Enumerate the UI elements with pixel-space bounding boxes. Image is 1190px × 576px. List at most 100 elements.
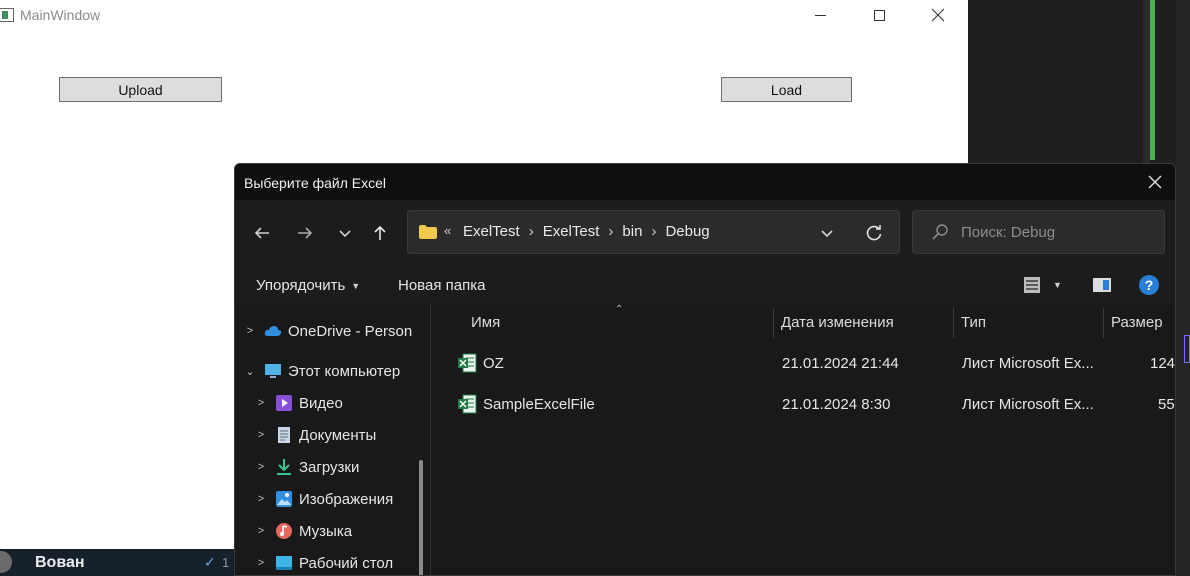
app-icon xyxy=(0,8,14,22)
column-divider[interactable] xyxy=(773,308,774,338)
address-bar[interactable]: « ExelTest › ExelTest › bin › Debug xyxy=(407,210,900,254)
sidebar-item-desktop[interactable]: > Рабочий стол xyxy=(254,549,394,575)
video-icon xyxy=(274,394,294,412)
sidebar-item-label: Документы xyxy=(299,426,377,444)
file-name: OZ xyxy=(483,355,504,372)
sidebar-item-label: Видео xyxy=(299,394,343,412)
column-divider[interactable] xyxy=(953,308,954,338)
navigation-scrollbar[interactable] xyxy=(419,460,423,575)
breadcrumb-item[interactable]: Debug xyxy=(665,223,709,240)
chevron-right-icon[interactable]: > xyxy=(254,493,268,505)
preview-pane-icon[interactable] xyxy=(1092,276,1112,294)
view-options-icon[interactable] xyxy=(1022,275,1042,295)
sidebar-item-music[interactable]: > Музыка xyxy=(254,517,352,545)
maximize-button[interactable] xyxy=(856,2,902,28)
column-divider[interactable] xyxy=(1103,308,1104,338)
chat-count: 1 xyxy=(222,555,230,570)
breadcrumb-item[interactable]: bin xyxy=(622,223,642,240)
file-modified: 21.01.2024 21:44 xyxy=(782,355,899,372)
sidebar-item-label: Изображения xyxy=(299,490,394,508)
window-title: MainWindow xyxy=(20,7,101,23)
sort-ascending-icon: ⌃ xyxy=(615,304,624,315)
close-button[interactable] xyxy=(915,2,961,28)
close-icon xyxy=(1148,175,1162,189)
search-icon xyxy=(932,224,948,240)
column-header-name[interactable]: Имя xyxy=(471,304,500,340)
chevron-right-icon[interactable]: > xyxy=(254,429,268,441)
chat-notification[interactable]: Вован ✓ 1 xyxy=(0,549,236,576)
avatar xyxy=(0,551,12,573)
column-header-type[interactable]: Тип xyxy=(961,304,986,340)
minimize-icon xyxy=(814,14,826,16)
breadcrumb-separator-icon[interactable]: › xyxy=(529,223,534,240)
breadcrumb-separator-icon[interactable]: › xyxy=(651,223,656,240)
excel-file-icon xyxy=(458,394,477,414)
dialog-close-button[interactable] xyxy=(1140,169,1170,195)
sidebar-item-label: Этот компьютер xyxy=(288,362,401,380)
column-header-date[interactable]: Дата изменения xyxy=(781,304,894,340)
folder-icon xyxy=(419,225,437,239)
computer-icon xyxy=(263,362,283,380)
main-window-titlebar[interactable]: MainWindow xyxy=(0,0,968,30)
arrow-right-icon xyxy=(298,227,313,239)
sidebar-item-pictures[interactable]: > Изображения xyxy=(254,485,394,513)
arrow-up-icon xyxy=(374,225,386,240)
column-header-size[interactable]: Размер xyxy=(1111,304,1163,340)
sidebar-item-onedrive[interactable]: > OneDrive - Person xyxy=(243,317,412,345)
recent-locations-button[interactable] xyxy=(331,221,359,245)
breadcrumb-item[interactable]: ExelTest xyxy=(463,223,520,240)
arrow-left-icon xyxy=(254,227,269,239)
caret-down-icon[interactable]: ▼ xyxy=(1053,280,1062,290)
excel-file-icon xyxy=(458,353,477,373)
close-icon xyxy=(931,8,945,22)
document-icon xyxy=(274,426,294,444)
up-button[interactable] xyxy=(366,221,394,245)
file-type: Лист Microsoft Ex... xyxy=(962,355,1094,372)
download-icon xyxy=(274,458,294,476)
search-box[interactable] xyxy=(912,210,1165,254)
maximize-icon xyxy=(873,9,885,21)
navigation-bar: « ExelTest › ExelTest › bin › Debug xyxy=(235,200,1175,266)
file-list: ⌃ Имя Дата изменения Тип Размер OZ 21.01… xyxy=(432,304,1175,575)
ide-status-bar xyxy=(1150,0,1155,160)
organize-menu-button[interactable]: Упорядочить ▼ xyxy=(256,277,360,294)
sidebar-item-videos[interactable]: > Видео xyxy=(254,389,343,417)
file-modified: 21.01.2024 8:30 xyxy=(782,396,891,413)
chevron-right-icon[interactable]: > xyxy=(254,397,268,409)
sidebar-item-this-pc[interactable]: ⌄ Этот компьютер xyxy=(243,357,400,385)
chevron-right-icon[interactable]: > xyxy=(254,461,268,473)
sidebar-item-label: Музыка xyxy=(299,522,353,540)
search-input[interactable] xyxy=(961,221,1151,243)
chevron-down-icon xyxy=(339,230,351,238)
help-button[interactable]: ? xyxy=(1139,275,1159,295)
navigation-pane: > OneDrive - Person ⌄ Этот компьютер > В… xyxy=(235,304,431,575)
forward-button[interactable] xyxy=(291,221,319,245)
breadcrumb-overflow[interactable]: « xyxy=(444,223,451,238)
dialog-title: Выберите файл Excel xyxy=(244,175,387,191)
file-type: Лист Microsoft Ex... xyxy=(962,396,1094,413)
ide-selection-box xyxy=(1184,335,1190,363)
sidebar-item-label: Рабочий стол xyxy=(299,554,394,572)
refresh-icon[interactable] xyxy=(864,223,884,243)
file-row[interactable]: SampleExcelFile 21.01.2024 8:30 Лист Mic… xyxy=(432,385,1175,425)
dialog-titlebar[interactable]: Выберите файл Excel xyxy=(235,164,1175,200)
sidebar-item-downloads[interactable]: > Загрузки xyxy=(254,453,360,481)
address-dropdown-icon[interactable] xyxy=(818,224,836,242)
chevron-right-icon[interactable]: > xyxy=(254,557,268,569)
ide-side-panel xyxy=(1176,0,1190,576)
breadcrumb-item[interactable]: ExelTest xyxy=(543,223,600,240)
minimize-button[interactable] xyxy=(797,2,843,28)
file-row[interactable]: OZ 21.01.2024 21:44 Лист Microsoft Ex...… xyxy=(432,344,1175,384)
load-button[interactable]: Load xyxy=(721,77,852,102)
organize-label: Упорядочить xyxy=(256,277,346,294)
new-folder-button[interactable]: Новая папка xyxy=(398,277,485,294)
chevron-right-icon[interactable]: > xyxy=(254,525,268,537)
chevron-right-icon[interactable]: > xyxy=(243,325,257,337)
back-button[interactable] xyxy=(248,221,276,245)
upload-button[interactable]: Upload xyxy=(59,77,222,102)
sidebar-item-documents[interactable]: > Документы xyxy=(254,421,377,449)
file-size: 55 xyxy=(1158,396,1175,413)
breadcrumb: ExelTest › ExelTest › bin › Debug xyxy=(463,223,710,240)
breadcrumb-separator-icon[interactable]: › xyxy=(608,223,613,240)
chevron-down-icon[interactable]: ⌄ xyxy=(243,365,257,378)
